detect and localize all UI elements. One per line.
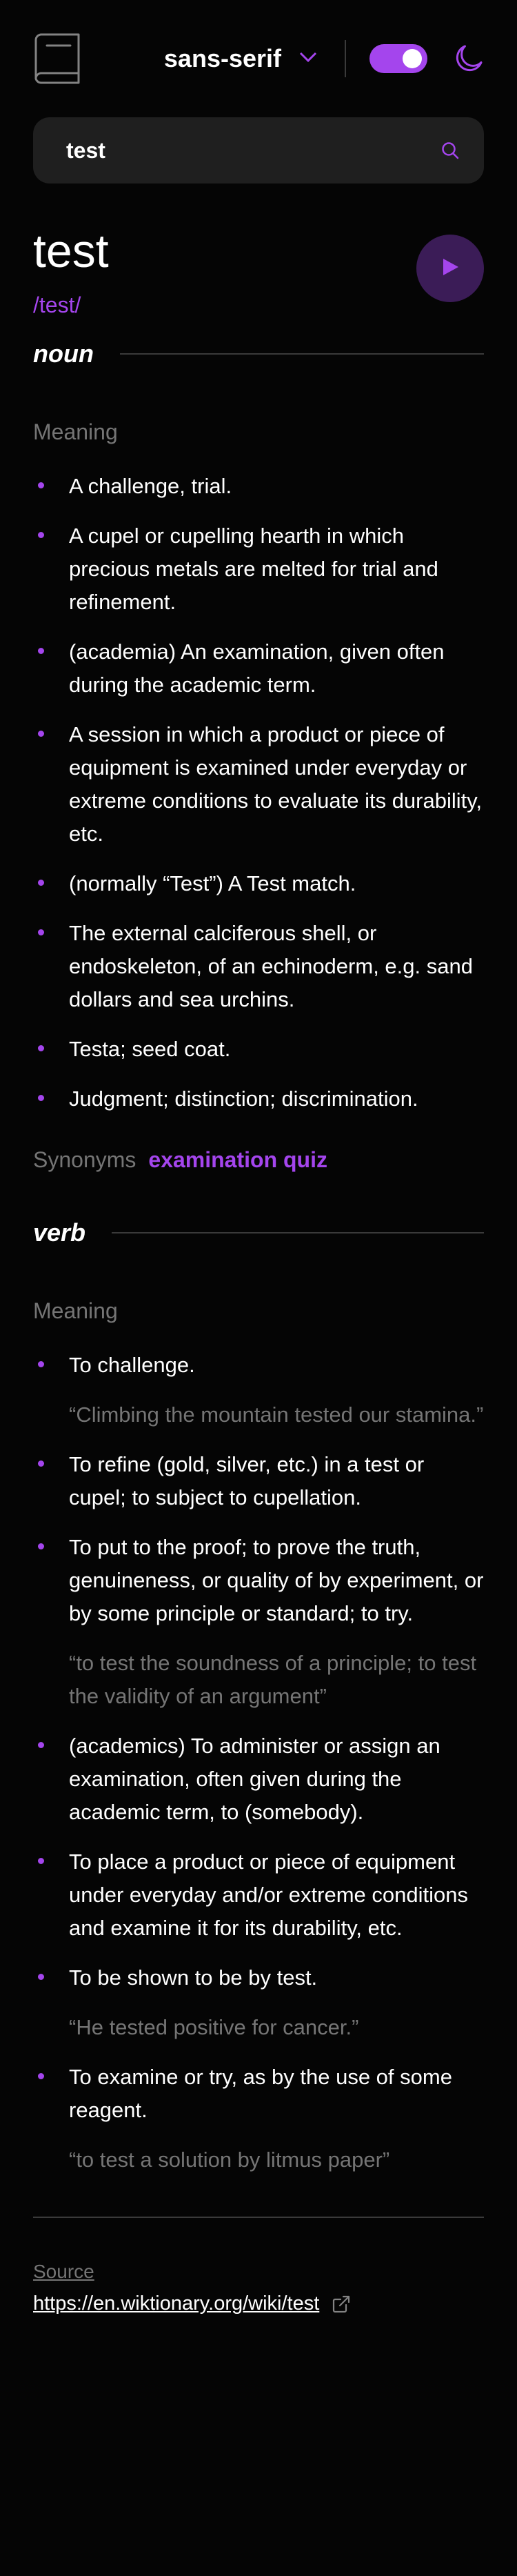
- definition-text: To examine or try, as by the use of some…: [69, 2065, 452, 2122]
- example-text: “to test the soundness of a principle; t…: [69, 1651, 477, 1708]
- section-divider: [112, 1232, 484, 1233]
- word-title: test: [33, 225, 109, 277]
- list-item: To challenge. “Climbing the mountain tes…: [33, 1349, 484, 1431]
- synonyms-label: Synonyms: [33, 1147, 136, 1172]
- word-info: test /test/: [33, 224, 109, 318]
- meaning-label: Meaning: [33, 1298, 118, 1323]
- word-header: test /test/: [33, 224, 484, 327]
- theme-toggle[interactable]: [369, 44, 427, 73]
- part-of-speech-row: verb: [33, 1218, 484, 1247]
- toggle-knob: [403, 49, 422, 68]
- definition-text: A session in which a product or piece of…: [69, 722, 483, 846]
- list-item: A challenge, trial.: [33, 470, 484, 503]
- example-text: “to test a solution by litmus paper”: [69, 2148, 390, 2172]
- part-of-speech-noun: noun: [33, 339, 94, 368]
- list-item: To refine (gold, silver, etc.) in a test…: [33, 1448, 484, 1514]
- synonyms-row: Synonyms examination quiz: [33, 1147, 484, 1173]
- book-icon[interactable]: [33, 33, 81, 84]
- list-item: (academics) To administer or assign an e…: [33, 1730, 484, 1829]
- search-bar: [33, 117, 484, 184]
- play-audio-button[interactable]: [416, 235, 484, 302]
- list-item: Judgment; distinction; discrimination.: [33, 1082, 484, 1116]
- moon-icon: [454, 43, 484, 74]
- footer-divider: [33, 2217, 484, 2218]
- source-row: https://en.wiktionary.org/wiki/test: [33, 2292, 484, 2315]
- external-link-icon[interactable]: [332, 2295, 351, 2314]
- definition-text: To refine (gold, silver, etc.) in a test…: [69, 1452, 425, 1509]
- search-icon[interactable]: [440, 140, 460, 161]
- definition-text: (normally “Test”) A Test match.: [69, 871, 356, 895]
- definition-text: To challenge.: [69, 1353, 195, 1377]
- part-of-speech-row: noun: [33, 339, 484, 368]
- definition-text: (academics) To administer or assign an e…: [69, 1734, 440, 1824]
- play-icon: [441, 257, 459, 280]
- font-family-dropdown[interactable]: sans-serif: [164, 44, 317, 73]
- header-controls: sans-serif: [164, 40, 484, 77]
- source-label: Source: [33, 2261, 94, 2282]
- noun-section: noun Meaning A challenge, trial. A cupel…: [33, 339, 484, 1173]
- list-item: To put to the proof; to prove the truth,…: [33, 1531, 484, 1713]
- noun-definitions: A challenge, trial. A cupel or cupelling…: [33, 470, 484, 1116]
- definition-text: To place a product or piece of equipment…: [69, 1850, 468, 1940]
- list-item: A session in which a product or piece of…: [33, 718, 484, 851]
- chevron-down-icon: [299, 52, 317, 66]
- definition-text: To put to the proof; to prove the truth,…: [69, 1535, 484, 1625]
- header-divider: [345, 40, 346, 77]
- example-text: “Climbing the mountain tested our stamin…: [69, 1403, 484, 1427]
- list-item: Testa; seed coat.: [33, 1033, 484, 1066]
- list-item: The external calciferous shell, or endos…: [33, 917, 484, 1016]
- list-item: To be shown to be by test. “He tested po…: [33, 1961, 484, 2044]
- source-link[interactable]: https://en.wiktionary.org/wiki/test: [33, 2292, 319, 2315]
- part-of-speech-verb: verb: [33, 1218, 86, 1247]
- definition-text: Judgment; distinction; discrimination.: [69, 1087, 418, 1111]
- definition-text: (academia) An examination, given often d…: [69, 640, 445, 697]
- list-item: To place a product or piece of equipment…: [33, 1845, 484, 1945]
- dictionary-page: sans-serif test test /test/ noun Meaning…: [0, 0, 517, 2576]
- definition-text: Testa; seed coat.: [69, 1037, 231, 1061]
- list-item: A cupel or cupelling hearth in which pre…: [33, 519, 484, 619]
- section-divider: [119, 353, 484, 355]
- list-item: To examine or try, as by the use of some…: [33, 2061, 484, 2177]
- definition-text: The external calciferous shell, or endos…: [69, 921, 473, 1011]
- list-item: (normally “Test”) A Test match.: [33, 867, 484, 900]
- app-header: sans-serif: [33, 0, 484, 117]
- phonetic-text: /test/: [33, 293, 81, 317]
- synonyms-link[interactable]: examination quiz: [148, 1147, 327, 1173]
- verb-definitions: To challenge. “Climbing the mountain tes…: [33, 1349, 484, 2177]
- list-item: (academia) An examination, given often d…: [33, 635, 484, 702]
- definition-text: A challenge, trial.: [69, 474, 232, 498]
- definition-text: A cupel or cupelling hearth in which pre…: [69, 524, 438, 614]
- example-text: “He tested positive for cancer.”: [69, 2015, 359, 2039]
- search-input[interactable]: [66, 137, 440, 164]
- meaning-label: Meaning: [33, 419, 118, 444]
- font-family-label: sans-serif: [163, 44, 281, 72]
- definition-text: To be shown to be by test.: [69, 1965, 318, 1990]
- verb-section: verb Meaning To challenge. “Climbing the…: [33, 1218, 484, 2177]
- source-footer: Source https://en.wiktionary.org/wiki/te…: [33, 2217, 484, 2315]
